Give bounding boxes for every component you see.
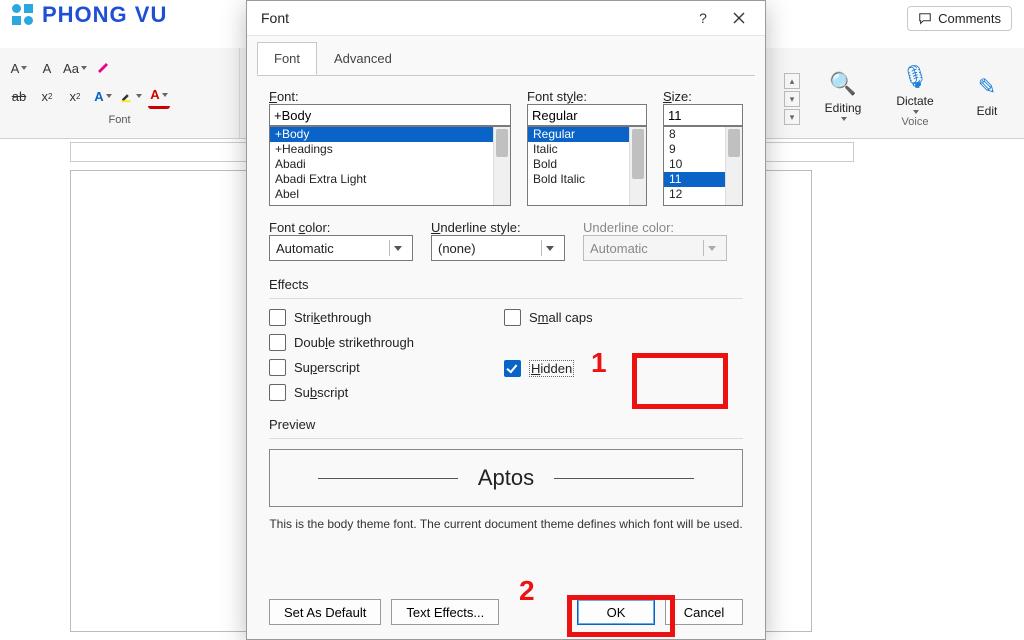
font-label: Font: (269, 89, 511, 104)
underline-style-combo[interactable]: (none) (431, 235, 565, 261)
preview-desc: This is the body theme font. The current… (269, 517, 743, 531)
font-color-combo[interactable]: Automatic (269, 235, 413, 261)
search-icon: 🔍 (829, 69, 856, 99)
styles-scroll[interactable]: ▴▾▾ (784, 61, 800, 125)
hidden-check[interactable]: Hidden (504, 360, 593, 377)
dialog-buttons: Set As Default Text Effects... OK Cancel (269, 599, 743, 625)
preview-label: Preview (269, 417, 743, 432)
superscript-icon[interactable]: x2 (64, 85, 86, 107)
underline-style-label: Underline style: (431, 220, 565, 235)
effects-label: Effects (269, 277, 743, 292)
list-item[interactable]: Abadi Extra Light (270, 172, 510, 187)
style-list[interactable]: Regular Italic Bold Bold Italic (527, 126, 647, 206)
cancel-button[interactable]: Cancel (665, 599, 743, 625)
brand-logo: PHONG VU (12, 2, 167, 28)
editing-group[interactable]: 🔍 Editing (814, 65, 872, 121)
font-color-label: Font color: (269, 220, 413, 235)
font-input[interactable] (269, 104, 511, 126)
brand-text: PHONG VU (42, 2, 167, 28)
clear-format-icon[interactable] (92, 57, 114, 79)
font-color-icon[interactable]: A (148, 84, 170, 109)
ribbon-font-group: A A Aa ab x2 x2 A A Font (0, 48, 240, 138)
editor-icon: ✎ (978, 72, 996, 102)
set-default-button[interactable]: Set As Default (269, 599, 381, 625)
text-effects-icon[interactable]: A (92, 85, 114, 107)
subscript-check[interactable]: Subscript (269, 384, 414, 401)
tab-advanced[interactable]: Advanced (317, 42, 409, 75)
preview-text: Aptos (478, 465, 534, 491)
subscript-icon[interactable]: x2 (36, 85, 58, 107)
text-effects-button[interactable]: Text Effects... (391, 599, 499, 625)
decrease-font-icon[interactable]: A (36, 57, 58, 79)
underline-color-combo: Automatic (583, 235, 727, 261)
list-item[interactable]: +Body (270, 127, 510, 142)
dialog-titlebar: Font ? (247, 1, 765, 36)
highlight-icon[interactable] (120, 85, 142, 107)
double-strike-check[interactable]: Double strikethrough (269, 334, 414, 351)
preview-box: Aptos (269, 449, 743, 507)
increase-font-icon[interactable]: A (8, 57, 30, 79)
editor-group[interactable]: ✎ Edit (958, 68, 1016, 118)
superscript-check[interactable]: Superscript (269, 359, 414, 376)
strikethrough-check[interactable]: Strikethrough (269, 309, 414, 326)
comment-icon (918, 12, 932, 26)
list-item[interactable]: Abadi (270, 157, 510, 172)
underline-color-label: Underline color: (583, 220, 727, 235)
comments-button[interactable]: Comments (907, 6, 1012, 31)
font-list[interactable]: +Body +Headings Abadi Abadi Extra Light … (269, 126, 511, 206)
strike-icon[interactable]: ab (8, 85, 30, 107)
scrollbar[interactable] (629, 127, 646, 205)
dictate-group[interactable]: 🎙 Dictate Voice (886, 58, 944, 128)
size-label: Size: (663, 89, 743, 104)
close-icon (733, 12, 745, 24)
list-item[interactable]: Abel (270, 187, 510, 202)
size-list[interactable]: 8 9 10 11 12 (663, 126, 743, 206)
change-case-icon[interactable]: Aa (64, 57, 86, 79)
list-item[interactable]: +Headings (270, 142, 510, 157)
style-label: Font style: (527, 89, 647, 104)
size-input[interactable] (663, 104, 743, 126)
ok-button[interactable]: OK (577, 599, 655, 625)
help-button[interactable]: ? (685, 3, 721, 33)
close-button[interactable] (721, 3, 757, 33)
mic-icon: 🎙 (901, 62, 929, 92)
dialog-title: Font (261, 10, 289, 26)
smallcaps-check[interactable]: Small caps (504, 309, 593, 326)
scrollbar[interactable] (725, 127, 742, 205)
ribbon-group-label: Font (8, 114, 231, 126)
tab-font[interactable]: Font (257, 42, 317, 75)
font-dialog: Font ? Font Advanced Font: +Body +Headin… (246, 0, 766, 640)
style-input[interactable] (527, 104, 647, 126)
dialog-tabs: Font Advanced (247, 36, 765, 75)
scrollbar[interactable] (493, 127, 510, 205)
